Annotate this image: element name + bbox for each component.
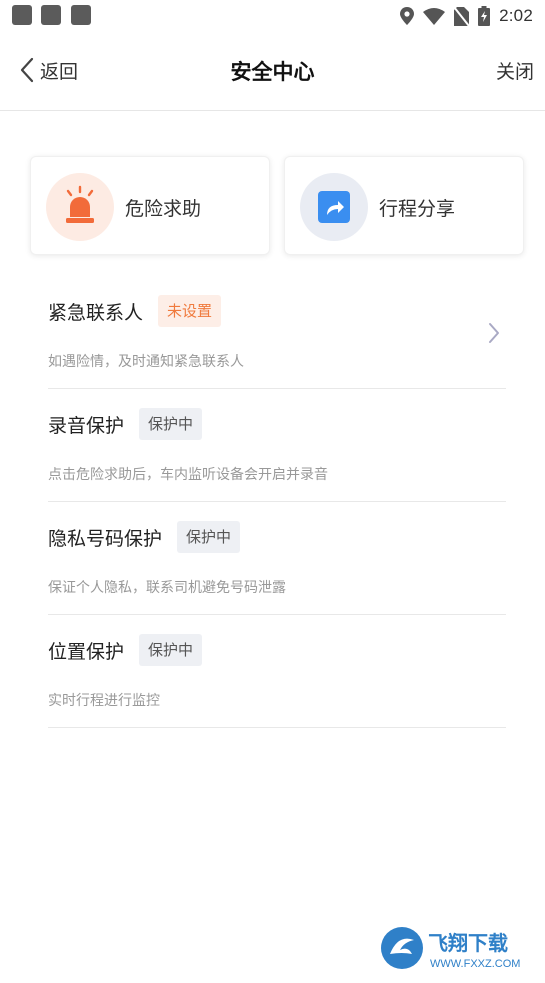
chevron-right-icon (489, 323, 499, 343)
item-title: 位置保护 (48, 640, 125, 663)
item-description: 如遇险情，及时通知紧急联系人 (48, 354, 244, 370)
item-title: 录音保护 (48, 414, 125, 437)
notification-square-icon (71, 5, 91, 25)
list-item-emergency-contact[interactable]: 紧急联系人 未设置 如遇险情，及时通知紧急联系人 (48, 276, 506, 389)
emergency-help-label: 危险求助 (125, 198, 202, 220)
trip-share-card[interactable]: 行程分享 (284, 156, 524, 255)
item-description: 点击危险求助后，车内监听设备会开启并录音 (48, 467, 328, 483)
safety-settings-list: 紧急联系人 未设置 如遇险情，及时通知紧急联系人 录音保护 保护中 点击危险求助… (48, 276, 506, 728)
item-description: 保证个人隐私，联系司机避免号码泄露 (48, 580, 286, 596)
status-badge: 保护中 (139, 634, 203, 666)
status-badge: 未设置 (158, 295, 222, 327)
status-badge: 保护中 (177, 521, 241, 553)
item-title: 隐私号码保护 (48, 527, 163, 550)
alarm-siren-icon (46, 173, 114, 241)
close-button[interactable]: 关闭 (496, 57, 534, 84)
status-time: 2:02 (499, 6, 533, 25)
notification-square-icon (12, 5, 32, 25)
trip-share-label: 行程分享 (379, 198, 456, 220)
watermark-text: 飞翔下载 (428, 931, 508, 955)
share-arrow-icon (300, 173, 368, 241)
page-title: 安全中心 (230, 60, 315, 84)
status-bar: 2:02 (0, 0, 545, 32)
item-title: 紧急联系人 (48, 301, 144, 324)
status-badge: 保护中 (139, 408, 203, 440)
list-item-privacy-number: 隐私号码保护 保护中 保证个人隐私，联系司机避免号码泄露 (48, 502, 506, 615)
watermark-logo: 飞翔下载 WWW.FXXZ.COM (378, 924, 535, 972)
emergency-help-card[interactable]: 危险求助 (30, 156, 270, 255)
item-description: 实时行程进行监控 (48, 693, 160, 709)
list-item-location-protection: 位置保护 保护中 实时行程进行监控 (48, 615, 506, 728)
no-sim-icon (454, 6, 470, 26)
wifi-icon (423, 7, 446, 25)
battery-charging-icon (478, 6, 491, 26)
navigation-header: 返回 安全中心 关闭 (0, 32, 545, 111)
notification-square-icon (41, 5, 61, 25)
location-icon (400, 7, 415, 25)
list-item-recording-protection: 录音保护 保护中 点击危险求助后，车内监听设备会开启并录音 (48, 389, 506, 502)
watermark-url: WWW.FXXZ.COM (430, 958, 520, 970)
